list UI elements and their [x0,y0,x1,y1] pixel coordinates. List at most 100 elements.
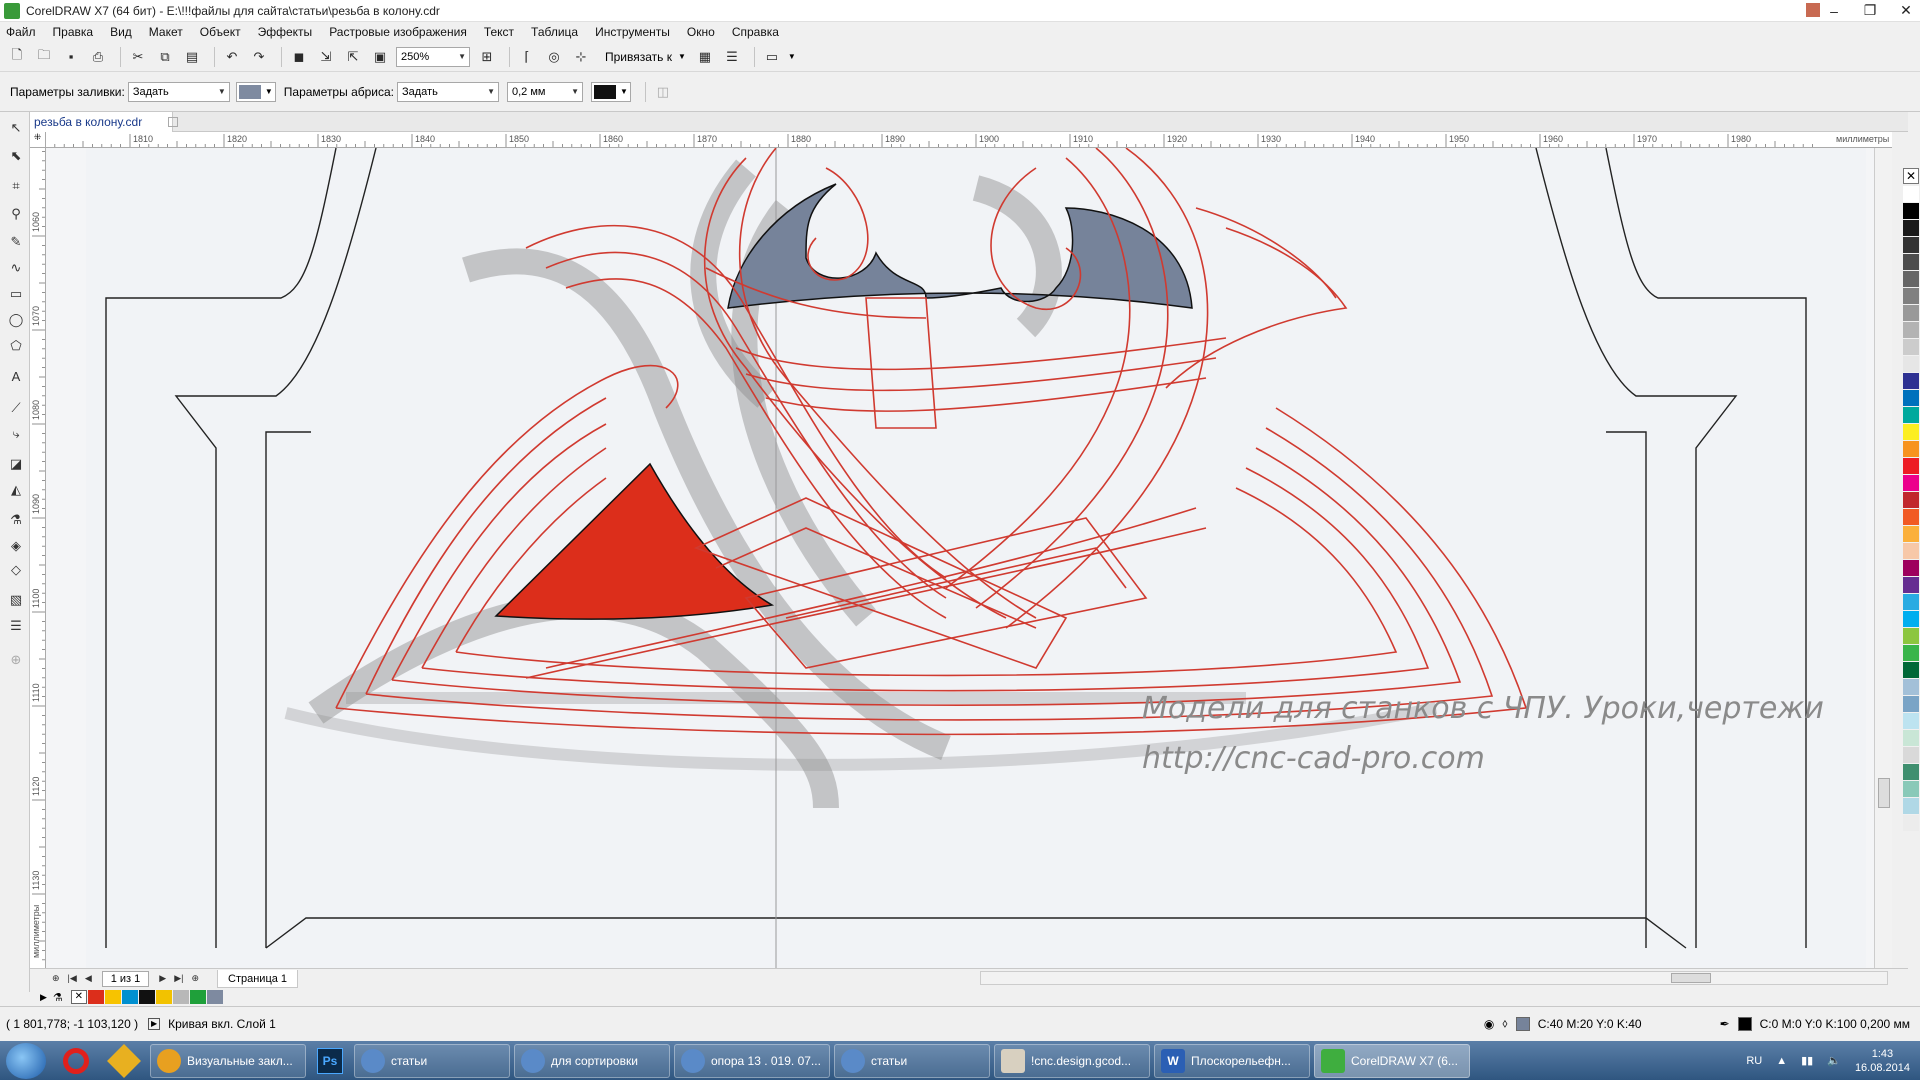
taskbar-window-button[interactable]: опора 13 . 019. 07... [674,1043,830,1078]
menu-view[interactable]: Вид [110,25,132,39]
palette-color-swatch[interactable] [1903,407,1919,423]
palette-color-swatch[interactable] [1903,747,1919,763]
menu-effects[interactable]: Эффекты [258,25,313,39]
smart-fill-tool-icon[interactable]: ◇ [6,560,26,580]
palette-color-swatch[interactable] [1903,475,1919,491]
document-color-swatch[interactable] [138,990,155,1004]
menu-table[interactable]: Таблица [531,25,578,39]
menu-text[interactable]: Текст [484,25,514,39]
palette-color-swatch[interactable] [1903,305,1919,321]
outline-type-combo[interactable]: Задать ▼ [397,81,499,102]
palette-color-swatch[interactable] [1903,288,1919,304]
add-tool-icon[interactable]: ⊕ [6,650,26,670]
taskbar-window-button[interactable]: W Плоскорельефн... [1154,1043,1310,1078]
text-tool-icon[interactable]: A [6,366,26,386]
palette-color-swatch[interactable] [1903,322,1919,338]
palette-color-swatch[interactable] [1903,492,1919,508]
taskbar-window-button[interactable]: для сортировки [514,1043,670,1078]
palette-color-swatch[interactable] [1903,594,1919,610]
palette-color-swatch[interactable] [1903,254,1919,270]
palette-color-swatch[interactable] [1903,424,1919,440]
palette-color-swatch[interactable] [1903,339,1919,355]
palette-color-swatch[interactable] [1903,815,1919,831]
shape-tool-icon[interactable]: ⬉ [6,146,26,166]
freehand-tool-icon[interactable]: ✎ [6,232,26,252]
no-color-swatch[interactable]: ✕ [70,990,87,1004]
palette-color-swatch[interactable] [1903,577,1919,593]
connector-tool-icon[interactable]: ⤷ [6,424,26,444]
palette-color-swatch[interactable] [1903,509,1919,525]
palette-color-swatch[interactable] [1903,373,1919,389]
menu-help[interactable]: Справка [732,25,779,39]
add-page-after-icon[interactable]: ⊕ [191,973,199,984]
document-tab[interactable]: резьба в колону.cdr [30,112,174,132]
palette-color-swatch[interactable] [1903,203,1919,219]
open-folder-icon[interactable]: 🗀 [33,46,55,68]
palette-color-swatch[interactable] [1903,645,1919,661]
maximize-button[interactable]: ❐ [1862,2,1878,19]
rectangle-tool-icon[interactable]: ▭ [6,284,26,304]
snap-to-dropdown[interactable]: Привязать к ▼ [605,50,686,64]
polygon-tool-icon[interactable]: ⬠ [6,336,26,356]
page-tab[interactable]: Страница 1 [217,969,299,988]
search-content-icon[interactable]: ◼ [288,46,310,68]
tray-expand-icon[interactable]: ▲ [1776,1055,1787,1067]
menu-file[interactable]: Файл [6,25,36,39]
first-page-icon[interactable]: |◀ [68,973,77,984]
export-icon[interactable]: ⇱ [342,46,364,68]
pick-tool-icon[interactable]: ↖ [6,118,26,138]
network-icon[interactable]: ▮▮ [1801,1054,1813,1067]
undo-icon[interactable]: ↶ [221,46,243,68]
menu-tools[interactable]: Инструменты [595,25,670,39]
application-launcher-icon[interactable]: ☰ [721,46,743,68]
palette-color-swatch[interactable] [1903,543,1919,559]
fill-color-picker[interactable]: ▼ [235,81,276,102]
palette-color-swatch[interactable] [1903,441,1919,457]
no-color-swatch[interactable]: ✕ [1903,168,1919,184]
options-icon[interactable]: ▦ [694,46,716,68]
show-rulers-icon[interactable]: ⌈ [516,46,538,68]
vertical-scrollbar-thumb[interactable] [1878,778,1890,808]
transparency-tool-icon[interactable]: ◭ [6,480,26,500]
welcome-screen-icon[interactable]: ▭ [761,46,783,68]
full-screen-preview-icon[interactable]: ⊞ [476,46,498,68]
palette-color-swatch[interactable] [1903,356,1919,372]
pinned-app-icon[interactable] [102,1043,146,1078]
user-account-icon[interactable] [1806,3,1820,17]
redo-icon[interactable]: ↷ [248,46,270,68]
chevron-down-icon[interactable]: ▼ [788,52,796,61]
document-color-swatch[interactable] [104,990,121,1004]
opera-browser-icon[interactable] [54,1044,98,1078]
palette-color-swatch[interactable] [1903,679,1919,695]
palette-color-swatch[interactable] [1903,696,1919,712]
palette-color-swatch[interactable] [1903,458,1919,474]
zoom-tool-icon[interactable]: ⚲ [6,204,26,224]
ellipse-tool-icon[interactable]: ◯ [6,310,26,330]
publish-pdf-icon[interactable]: ▣ [369,46,391,68]
palette-color-swatch[interactable] [1903,628,1919,644]
taskbar-window-button[interactable]: Визуальные закл... [150,1043,306,1078]
menu-bitmaps[interactable]: Растровые изображения [329,25,467,39]
palette-color-swatch[interactable] [1903,560,1919,576]
outline-color-picker[interactable]: ▼ [591,81,631,102]
palette-color-swatch[interactable] [1903,237,1919,253]
document-color-swatch[interactable] [206,990,223,1004]
document-color-swatch[interactable] [121,990,138,1004]
horizontal-scrollbar-thumb[interactable] [1671,973,1711,983]
save-icon[interactable]: ▪ [60,46,82,68]
crop-tool-icon[interactable]: ⌗ [6,176,26,196]
eyedropper-icon[interactable]: ⚗ [53,991,63,1004]
fill-color-indicator[interactable] [1515,1016,1530,1031]
play-icon[interactable]: ▶ [40,992,47,1003]
vertical-scrollbar[interactable] [1874,148,1892,968]
close-tab-icon[interactable] [168,117,178,127]
menu-window[interactable]: Окно [687,25,715,39]
show-guidelines-icon[interactable]: ⊹ [570,46,592,68]
horizontal-scrollbar[interactable] [980,971,1888,985]
print-icon[interactable]: ⎙ [87,46,109,68]
parallel-dimension-tool-icon[interactable]: ⟋ [6,398,26,418]
palette-color-swatch[interactable] [1903,781,1919,797]
interactive-fill-tool-icon[interactable]: ◈ [6,536,26,556]
color-eyedropper-tool-icon[interactable]: ⚗ [6,510,26,530]
show-grid-icon[interactable]: ◎ [543,46,565,68]
